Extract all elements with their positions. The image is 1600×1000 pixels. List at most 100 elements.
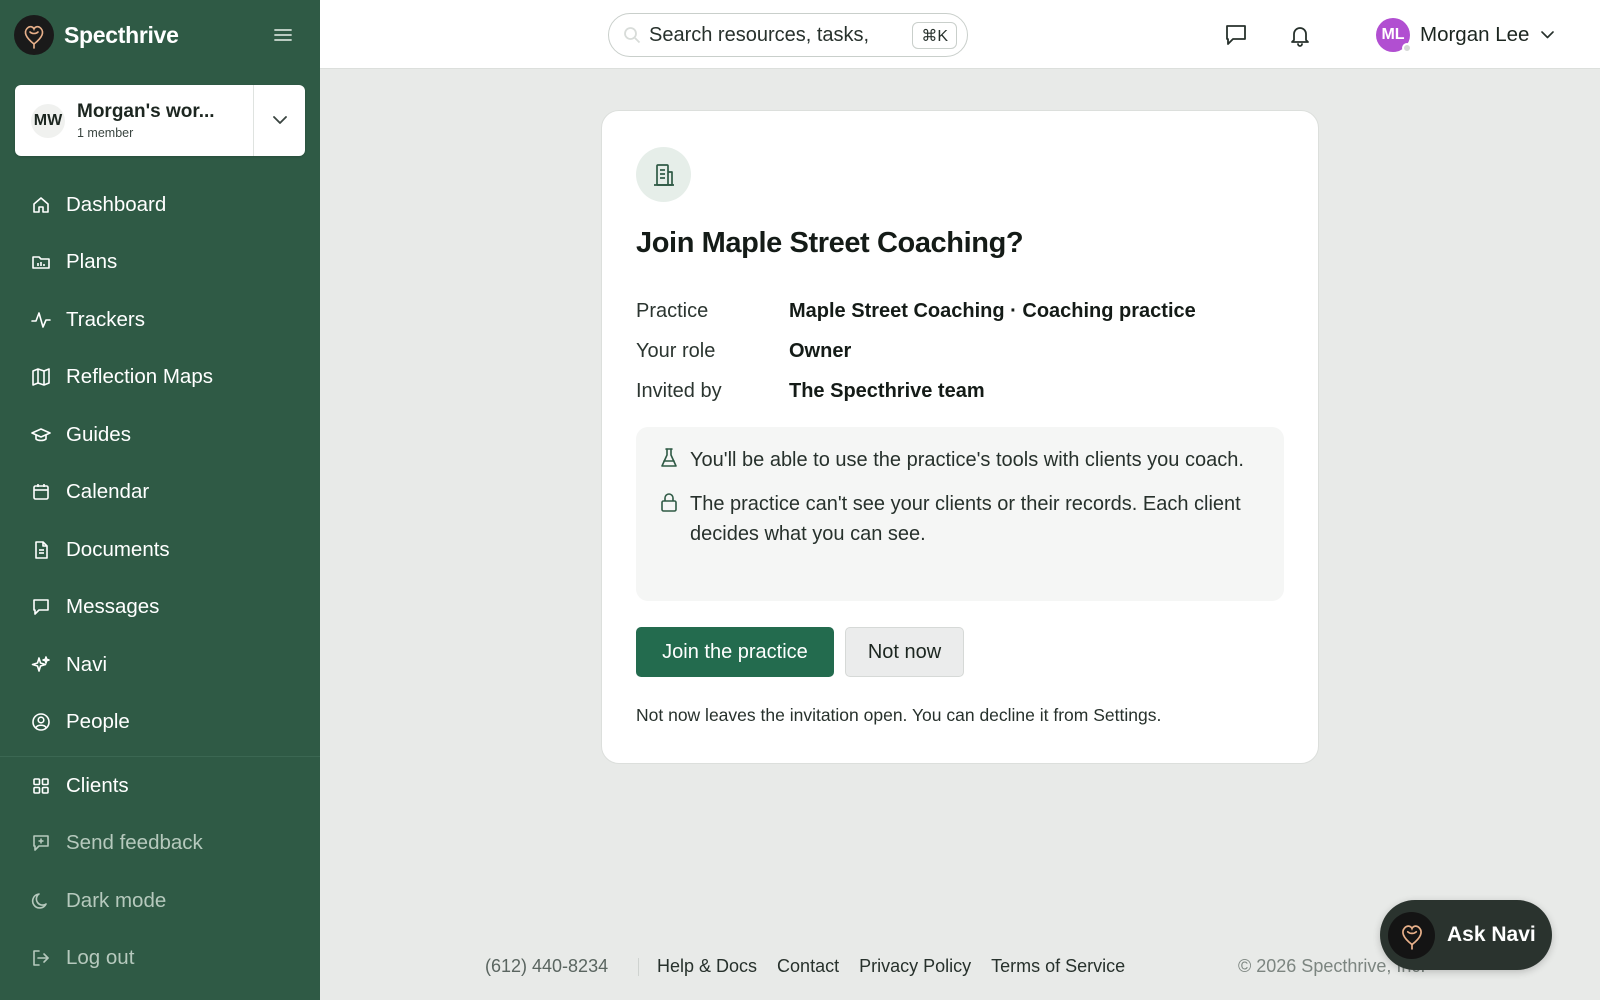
sidebar-item-label: Documents [66, 537, 170, 561]
info-text: The practice can't see your clients or t… [690, 493, 1241, 545]
building-icon [636, 147, 691, 202]
calendar-icon [30, 481, 52, 503]
sparkles-icon [30, 654, 52, 676]
sidebar-item-label: Log out [66, 946, 135, 970]
user-name: Morgan Lee [1420, 23, 1530, 46]
status-dot [1402, 43, 1412, 53]
workspace-switcher: MW Morgan's wor... 1 member [15, 85, 305, 156]
home-icon [30, 194, 52, 216]
sidebar-item-trackers[interactable]: Trackers [0, 291, 320, 349]
detail-value: Maple Street Coaching · Coaching practic… [789, 299, 1196, 322]
logout-icon [30, 947, 52, 969]
sidebar-item-label: Guides [66, 422, 131, 446]
workspace-name: Morgan's wor... [77, 101, 215, 122]
workspace-avatar: MW [31, 103, 65, 138]
menu-toggle-button[interactable] [270, 23, 296, 47]
sidebar-item-label: Reflection Maps [66, 365, 213, 389]
map-icon [30, 366, 52, 388]
message-icon [30, 596, 52, 618]
activity-icon [30, 309, 52, 331]
document-icon [30, 539, 52, 561]
bell-icon [1291, 27, 1309, 47]
topbar: ⌘K ML Morgan Lee [320, 0, 1600, 69]
sidebar-item-log-out[interactable]: Log out [0, 930, 320, 988]
grid-icon [30, 775, 52, 797]
footer-phone: (612) 440-8234 [485, 956, 609, 976]
info-row: The practice can't see your clients or t… [658, 489, 1262, 549]
join-practice-button[interactable]: Join the practice [636, 627, 834, 677]
user-circle-icon [30, 711, 52, 733]
footer-links: Help & Docs Contact Privacy Policy Terms… [657, 956, 1145, 977]
sidebar-item-label: People [66, 710, 130, 734]
detail-row-practice: Practice Maple Street Coaching · Coachin… [636, 291, 1196, 331]
search-bar: ⌘K [608, 13, 968, 57]
sidebar-item-label: Trackers [66, 307, 145, 331]
ask-navi-label: Ask Navi [1447, 923, 1536, 946]
sidebar-item-send-feedback[interactable]: Send feedback [0, 815, 320, 873]
brand[interactable]: Specthrive [14, 14, 179, 56]
brand-name: Specthrive [64, 21, 179, 48]
sidebar-item-reflection-maps[interactable]: Reflection Maps [0, 349, 320, 407]
footer-link-privacy[interactable]: Privacy Policy [859, 956, 971, 977]
messages-button[interactable] [1222, 21, 1250, 49]
invitation-card: Join Maple Street Coaching? Practice Map… [601, 110, 1319, 764]
sidebar-item-dashboard[interactable]: Dashboard [0, 176, 320, 234]
sidebar-item-label: Dark mode [66, 888, 167, 912]
workspace-members: 1 member [77, 126, 134, 140]
sidebar: Specthrive MW Morgan's wor... 1 member D… [0, 0, 320, 1000]
not-now-button[interactable]: Not now [845, 627, 964, 677]
avatar: ML [1376, 18, 1412, 53]
footer-link-help[interactable]: Help & Docs [657, 956, 757, 977]
lock-icon [658, 491, 680, 513]
chat-icon [1226, 25, 1246, 45]
sidebar-item-calendar[interactable]: Calendar [0, 464, 320, 522]
flask-icon [658, 447, 680, 469]
footer-link-terms[interactable]: Terms of Service [991, 956, 1125, 977]
user-menu[interactable]: ML Morgan Lee [1376, 17, 1555, 53]
sidebar-item-clients[interactable]: Clients [0, 757, 320, 815]
sidebar-item-messages[interactable]: Messages [0, 579, 320, 637]
sidebar-item-dark-mode[interactable]: Dark mode [0, 872, 320, 930]
folder-chart-icon [30, 251, 52, 273]
sidebar-item-guides[interactable]: Guides [0, 406, 320, 464]
sidebar-item-label: Clients [66, 773, 129, 797]
detail-label: Practice [636, 299, 709, 322]
sidebar-item-documents[interactable]: Documents [0, 521, 320, 579]
info-box: You'll be able to use the practice's too… [636, 427, 1284, 601]
sidebar-item-people[interactable]: People [0, 694, 320, 752]
hamburger-icon [274, 29, 292, 41]
page-title: Join Maple Street Coaching? [636, 227, 1024, 259]
detail-row-invited-by: Invited by The Specthrive team [636, 371, 1196, 411]
sidebar-nav: Dashboard Plans Trackers Reflection Maps… [0, 176, 320, 987]
detail-label: Your role [636, 339, 716, 362]
workspace-select[interactable]: MW Morgan's wor... 1 member [15, 85, 253, 156]
sidebar-item-label: Navi [66, 652, 108, 676]
feedback-icon [30, 832, 52, 854]
search-shortcut-badge: ⌘K [912, 22, 957, 49]
search-icon [624, 27, 641, 44]
sidebar-item-label: Dashboard [66, 192, 167, 216]
footer-divider [638, 958, 639, 976]
sidebar-item-label: Calendar [66, 480, 150, 504]
chevron-down-icon [1541, 31, 1555, 39]
ask-navi-button[interactable]: Ask Navi [1380, 900, 1552, 970]
invitation-note: Not now leaves the invitation open. You … [636, 705, 1162, 725]
navi-logo-icon [1388, 911, 1435, 959]
sidebar-item-plans[interactable]: Plans [0, 234, 320, 292]
sidebar-item-label: Messages [66, 595, 160, 619]
detail-value: The Specthrive team [789, 379, 985, 402]
sidebar-item-navi[interactable]: Navi [0, 636, 320, 694]
search-input[interactable] [649, 23, 889, 47]
moon-icon [30, 890, 52, 912]
detail-value: Owner [789, 339, 852, 362]
footer-link-contact[interactable]: Contact [777, 956, 839, 977]
workspace-dropdown-button[interactable] [253, 85, 305, 156]
brand-logo-icon [14, 15, 54, 55]
info-row: You'll be able to use the practice's too… [658, 445, 1262, 475]
sidebar-item-label: Send feedback [66, 831, 203, 855]
graduation-cap-icon [30, 424, 52, 446]
notifications-button[interactable] [1286, 21, 1314, 49]
sidebar-item-label: Plans [66, 250, 118, 274]
chevron-down-icon [272, 116, 287, 124]
detail-row-role: Your role Owner [636, 331, 1196, 371]
